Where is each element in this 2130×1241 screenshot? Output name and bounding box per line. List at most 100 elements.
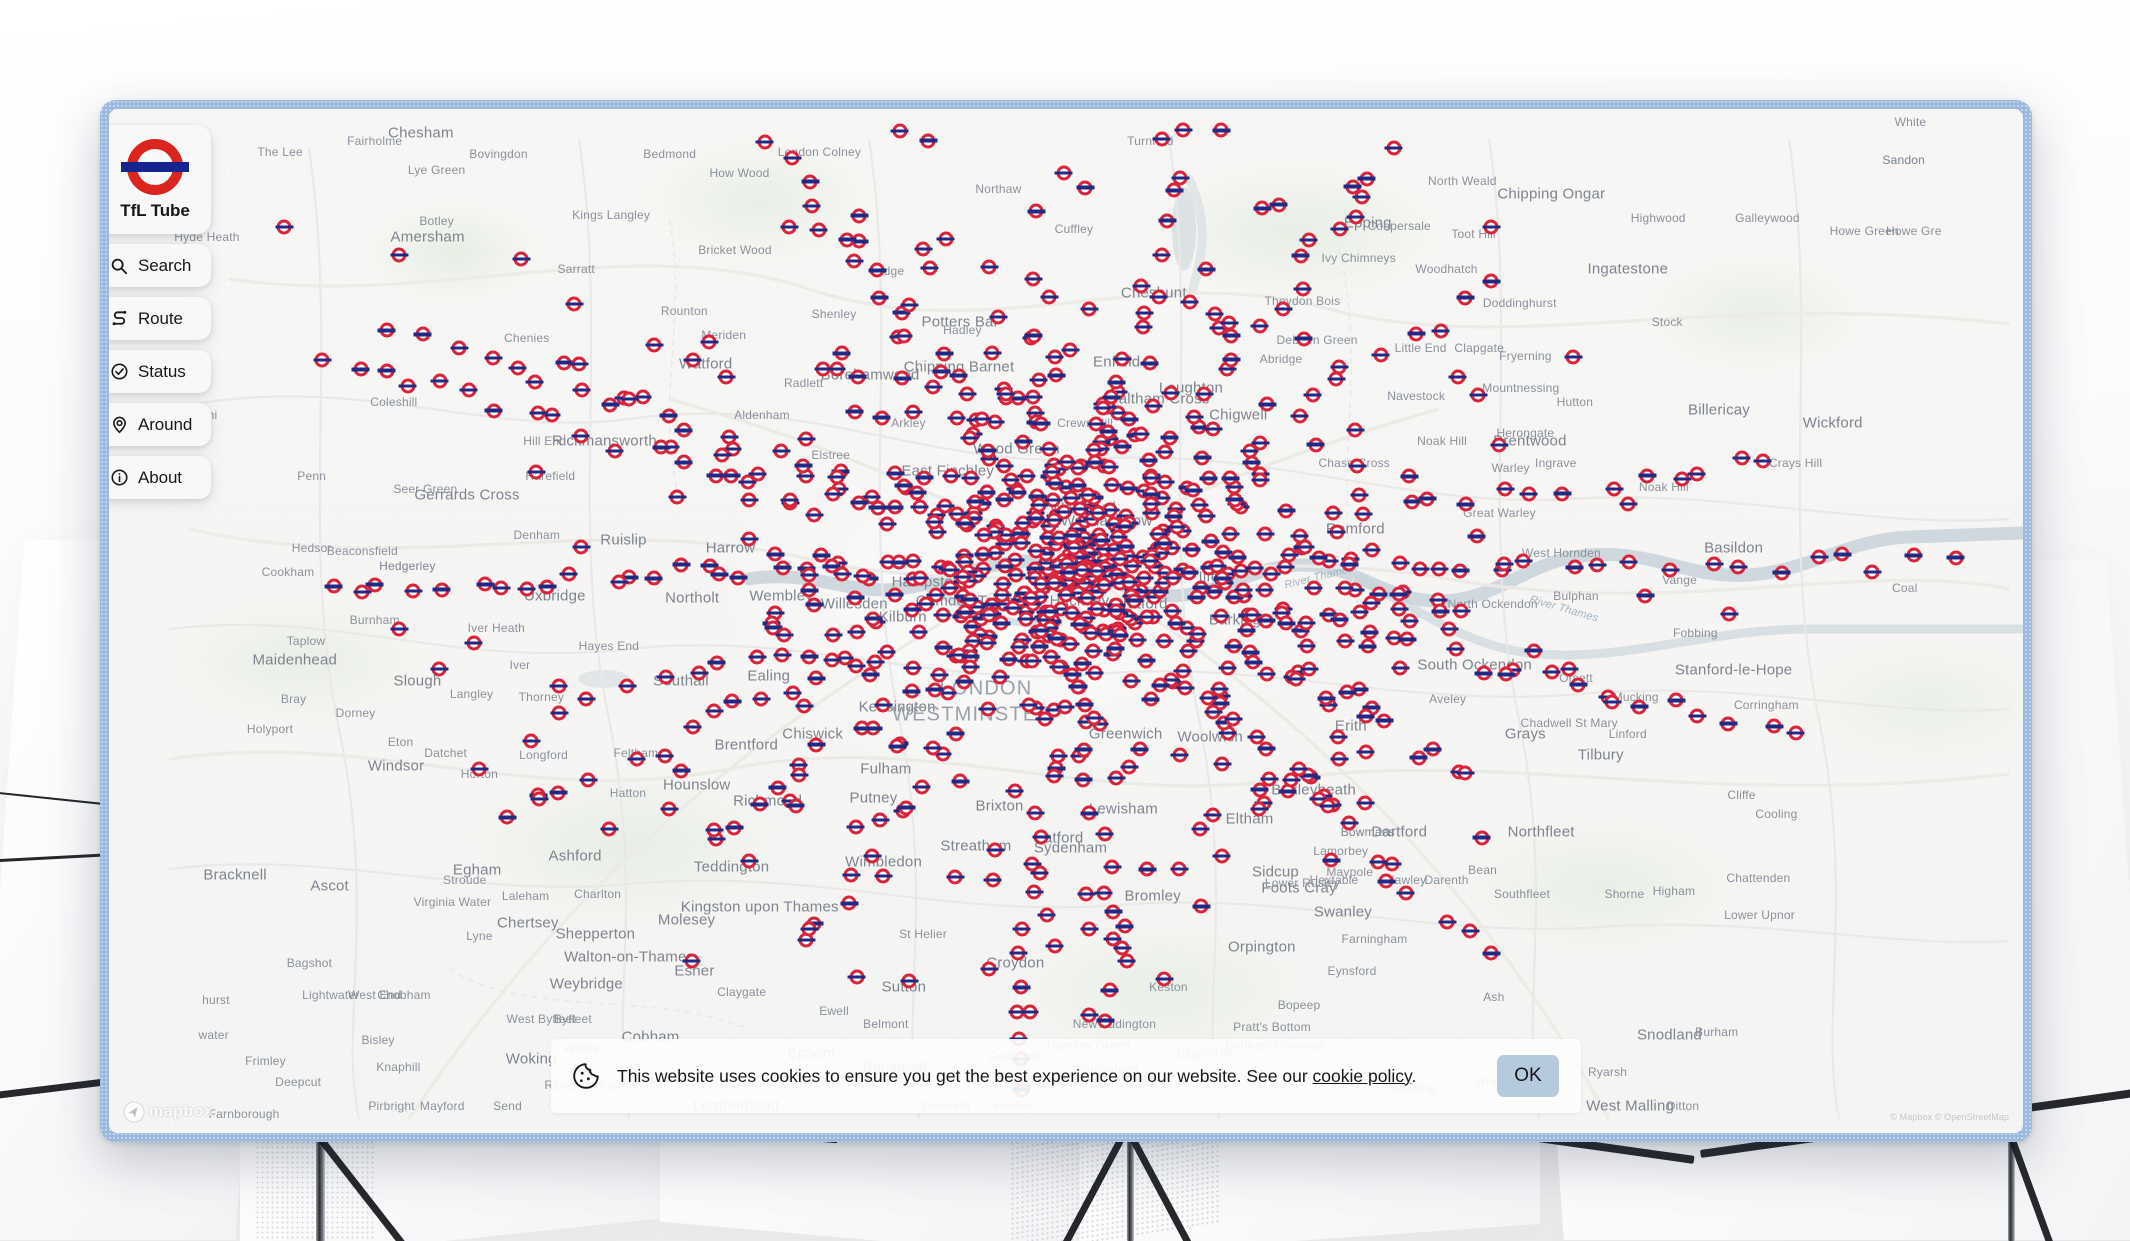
station-marker[interactable]	[1290, 408, 1309, 424]
map-options-dots-control[interactable]	[2019, 119, 2023, 143]
station-marker[interactable]	[790, 767, 809, 783]
station-marker[interactable]	[961, 470, 980, 486]
station-marker[interactable]	[1151, 677, 1170, 693]
station-marker[interactable]	[1116, 538, 1135, 554]
station-marker[interactable]	[1037, 907, 1056, 923]
station-marker[interactable]	[377, 322, 396, 338]
station-marker[interactable]	[1040, 604, 1059, 620]
station-marker[interactable]	[1430, 561, 1448, 577]
station-marker[interactable]	[932, 364, 951, 380]
station-marker[interactable]	[529, 405, 548, 421]
station-marker[interactable]	[1026, 805, 1045, 821]
station-marker[interactable]	[601, 397, 620, 413]
station-marker[interactable]	[1047, 631, 1066, 647]
station-marker[interactable]	[538, 579, 557, 595]
station-marker[interactable]	[1362, 542, 1381, 558]
station-marker[interactable]	[672, 763, 691, 779]
sidebar-item-route[interactable]: Route	[109, 297, 211, 340]
station-marker[interactable]	[1638, 468, 1657, 484]
station-marker[interactable]	[432, 582, 451, 598]
station-marker[interactable]	[809, 222, 828, 238]
station-marker[interactable]	[725, 820, 744, 836]
station-marker[interactable]	[1251, 435, 1270, 451]
station-marker[interactable]	[1100, 982, 1119, 998]
station-marker[interactable]	[1185, 409, 1204, 425]
station-marker[interactable]	[783, 685, 802, 701]
station-marker[interactable]	[652, 439, 671, 455]
station-marker[interactable]	[1059, 565, 1078, 580]
station-marker[interactable]	[827, 361, 846, 377]
station-marker[interactable]	[1294, 331, 1313, 347]
station-marker[interactable]	[1384, 140, 1403, 156]
station-marker[interactable]	[512, 251, 530, 267]
station-marker[interactable]	[674, 422, 693, 438]
station-marker[interactable]	[740, 853, 758, 869]
station-marker[interactable]	[1100, 459, 1119, 475]
station-marker[interactable]	[1346, 422, 1365, 438]
station-marker[interactable]	[980, 961, 998, 977]
station-marker[interactable]	[1045, 768, 1064, 784]
station-marker[interactable]	[1467, 528, 1486, 544]
mapbox-logo[interactable]: mapbox	[123, 1101, 213, 1123]
station-marker[interactable]	[1213, 570, 1232, 586]
map-canvas[interactable]: The Lee Fairholme Lye Green Botley Bovingdon…	[109, 109, 2023, 1133]
station-marker[interactable]	[800, 582, 819, 598]
station-marker[interactable]	[775, 627, 794, 643]
station-marker[interactable]	[1293, 281, 1312, 297]
station-marker[interactable]	[1140, 355, 1159, 371]
station-marker[interactable]	[705, 703, 724, 719]
station-marker[interactable]	[1340, 556, 1359, 572]
station-marker[interactable]	[1204, 704, 1223, 720]
station-marker[interactable]	[1452, 603, 1471, 619]
station-marker[interactable]	[1446, 641, 1465, 657]
station-marker[interactable]	[1014, 434, 1033, 450]
station-marker[interactable]	[1120, 411, 1139, 427]
station-marker[interactable]	[723, 693, 742, 709]
station-marker[interactable]	[1140, 553, 1159, 569]
station-marker[interactable]	[1054, 165, 1073, 181]
station-marker[interactable]	[1245, 560, 1264, 576]
station-marker[interactable]	[1155, 633, 1174, 649]
station-marker[interactable]	[1377, 873, 1396, 889]
station-marker[interactable]	[1482, 945, 1501, 961]
station-marker[interactable]	[559, 566, 578, 582]
station-marker[interactable]	[1299, 232, 1318, 248]
station-marker[interactable]	[1089, 505, 1108, 521]
station-marker[interactable]	[863, 848, 882, 864]
station-marker[interactable]	[682, 953, 701, 969]
station-marker[interactable]	[1080, 921, 1098, 937]
station-marker[interactable]	[1074, 742, 1093, 758]
station-marker[interactable]	[1291, 248, 1310, 264]
station-marker[interactable]	[1398, 631, 1417, 647]
station-marker[interactable]	[398, 378, 417, 394]
station-marker[interactable]	[1045, 938, 1064, 954]
station-marker[interactable]	[874, 697, 893, 713]
station-marker[interactable]	[846, 590, 865, 606]
station-marker[interactable]	[1358, 638, 1377, 654]
station-marker[interactable]	[1451, 563, 1470, 579]
station-marker[interactable]	[824, 627, 843, 643]
station-marker[interactable]	[1496, 481, 1515, 497]
station-marker[interactable]	[864, 611, 883, 627]
station-marker[interactable]	[748, 649, 767, 665]
station-marker[interactable]	[800, 567, 818, 583]
station-marker[interactable]	[935, 346, 954, 362]
station-marker[interactable]	[1047, 367, 1066, 383]
station-marker[interactable]	[1188, 626, 1207, 642]
station-marker[interactable]	[1155, 444, 1174, 460]
station-marker[interactable]	[1190, 497, 1208, 513]
station-marker[interactable]	[1400, 468, 1419, 484]
station-marker[interactable]	[1340, 815, 1359, 831]
station-marker[interactable]	[1092, 532, 1111, 548]
station-marker[interactable]	[1104, 904, 1123, 920]
station-marker[interactable]	[842, 867, 861, 883]
station-marker[interactable]	[610, 574, 629, 590]
station-marker[interactable]	[1024, 271, 1043, 287]
station-marker[interactable]	[656, 669, 675, 685]
station-marker[interactable]	[674, 454, 693, 470]
map-attribution[interactable]: © Mapbox © OpenStreetMap	[1890, 1112, 2009, 1122]
station-marker[interactable]	[1224, 638, 1243, 654]
station-marker[interactable]	[668, 489, 687, 505]
station-marker[interactable]	[1019, 697, 1038, 713]
station-marker[interactable]	[1106, 641, 1125, 657]
